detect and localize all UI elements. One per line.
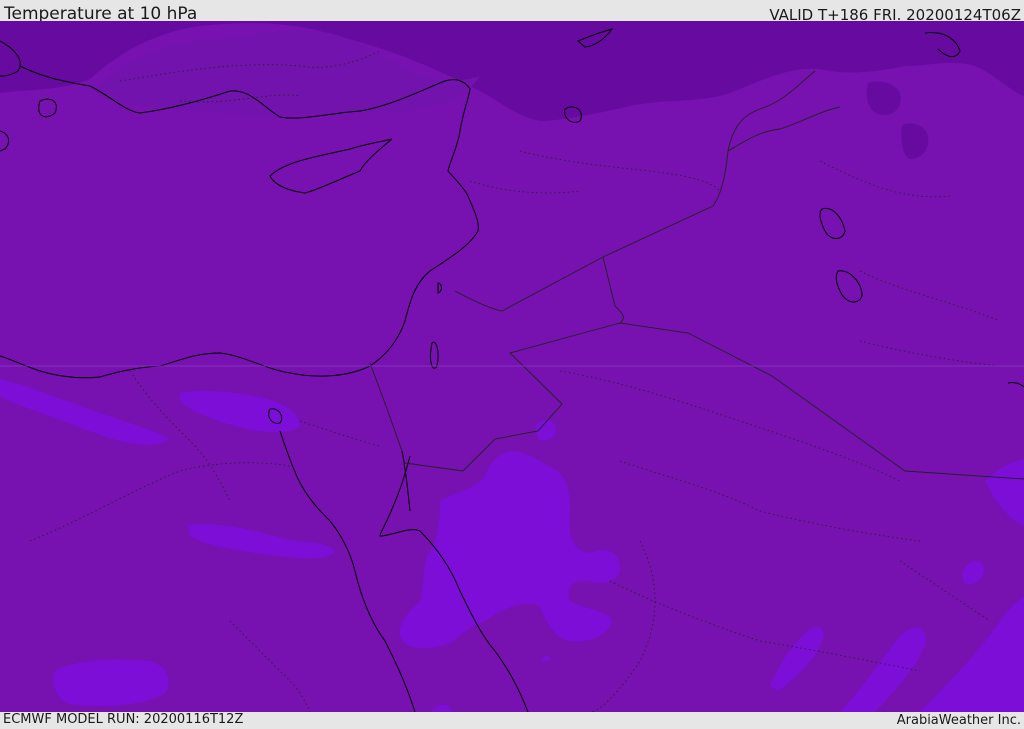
footer-bar: ECMWF MODEL RUN: 20200116T12Z ArabiaWeat… [0, 712, 1024, 729]
map-canvas [0, 21, 1024, 712]
temperature-map[interactable] [0, 21, 1024, 712]
credit-label: ArabiaWeather Inc. [896, 713, 1021, 728]
header-bar: Temperature at 10 hPa VALID T+186 FRI. 2… [0, 0, 1024, 24]
model-run-label: ECMWF MODEL RUN: 20200116T12Z [3, 712, 244, 727]
warm-patch-sw [53, 659, 169, 707]
